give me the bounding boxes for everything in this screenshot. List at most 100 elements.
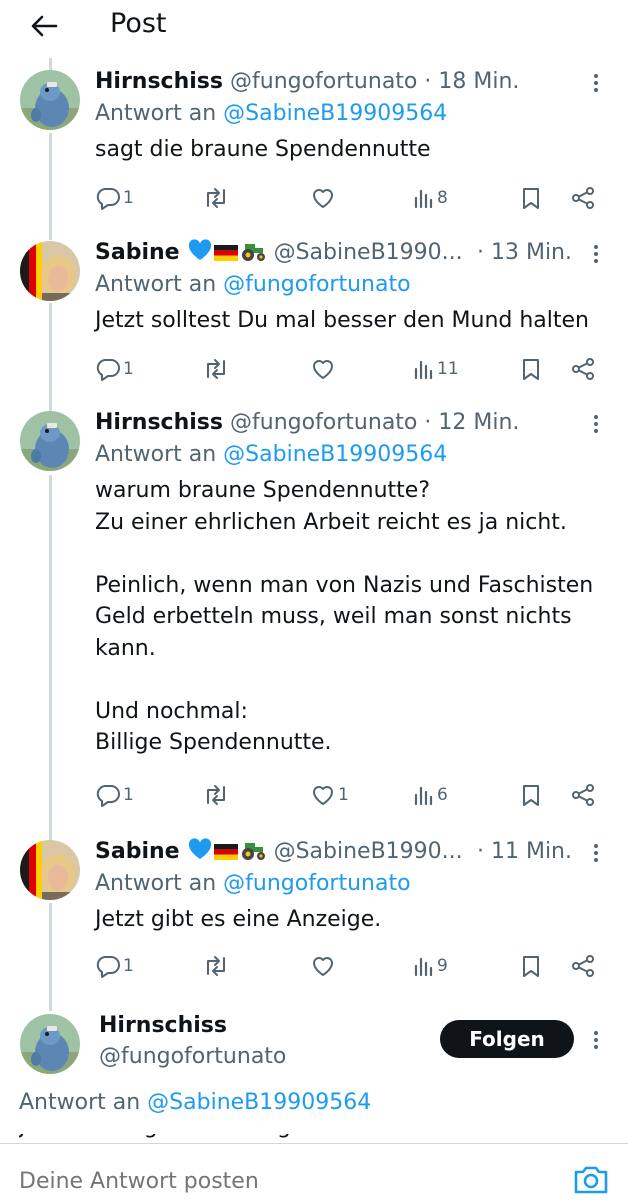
mention-link[interactable]: @fungofortunato — [223, 272, 410, 297]
views-button[interactable]: 9 — [413, 949, 448, 983]
repost-button[interactable] — [202, 181, 230, 215]
more-options-button[interactable] — [586, 72, 606, 94]
more-options-button[interactable] — [586, 1029, 606, 1051]
views-count: 6 — [437, 785, 448, 805]
views-count: 11 — [437, 359, 459, 379]
avatar[interactable] — [20, 1014, 80, 1074]
like-button[interactable] — [310, 352, 336, 386]
more-options-button[interactable] — [586, 243, 606, 265]
like-button[interactable] — [310, 181, 336, 215]
author-name[interactable]: Sabine — [95, 240, 180, 265]
reply-button[interactable]: 1 — [95, 949, 134, 983]
reply-prefix: Antwort an — [95, 101, 217, 126]
bookmark-icon — [523, 188, 539, 209]
more-vertical-icon — [594, 74, 598, 78]
avatar[interactable] — [20, 840, 80, 900]
heart-icon — [313, 360, 333, 379]
reply-button[interactable]: 1 — [95, 181, 134, 215]
mention-link[interactable]: @fungofortunato — [223, 871, 410, 896]
heart-icon — [313, 957, 333, 976]
author-handle[interactable]: @fungofortunato — [230, 69, 417, 94]
tractor-icon — [241, 843, 265, 860]
mention-link[interactable]: @SabineB19909564 — [147, 1090, 371, 1115]
timestamp[interactable]: 11 Min. — [491, 839, 572, 864]
repost-button[interactable] — [202, 949, 230, 983]
more-options-button[interactable] — [586, 842, 606, 864]
tweet[interactable]: Hirnschiss @fungofortunato · 12 Min. Ant… — [0, 407, 628, 817]
timestamp[interactable]: 13 Min. — [491, 240, 572, 265]
repost-icon — [207, 785, 225, 805]
mention-link[interactable]: @SabineB19909564 — [223, 101, 447, 126]
share-button[interactable] — [570, 352, 596, 386]
views-button[interactable]: 6 — [413, 778, 448, 812]
repost-icon — [207, 188, 225, 208]
camera-button[interactable] — [572, 1163, 610, 1197]
reply-count: 1 — [123, 956, 134, 976]
share-icon — [572, 955, 594, 977]
camera-icon — [574, 1166, 608, 1194]
analytics-icon — [414, 360, 433, 380]
analytics-icon — [414, 786, 433, 806]
repost-icon — [207, 359, 225, 379]
avatar[interactable] — [20, 411, 80, 471]
share-button[interactable] — [570, 778, 596, 812]
author-handle[interactable]: @SabineB1990... — [274, 839, 463, 864]
author-name[interactable]: Hirnschiss — [95, 410, 223, 435]
repost-icon — [207, 956, 225, 976]
more-vertical-icon — [594, 415, 598, 419]
reply-button[interactable]: 1 — [95, 352, 134, 386]
author-handle[interactable]: @fungofortunato — [230, 410, 417, 435]
bookmark-button[interactable] — [520, 949, 542, 983]
reply-icon — [96, 188, 120, 210]
like-button[interactable] — [310, 949, 336, 983]
author-handle[interactable]: @fungofortunato — [99, 1044, 286, 1069]
more-vertical-icon — [594, 245, 598, 249]
heart-icon — [313, 786, 333, 805]
reply-input[interactable] — [19, 1169, 519, 1194]
share-icon — [572, 187, 594, 209]
views-count: 9 — [437, 956, 448, 976]
bookmark-button[interactable] — [520, 778, 542, 812]
bookmark-button[interactable] — [520, 181, 542, 215]
author-name[interactable]: Hirnschiss — [95, 69, 223, 94]
back-button[interactable] — [24, 8, 64, 44]
avatar[interactable] — [20, 241, 80, 301]
reply-button[interactable]: 1 — [95, 778, 134, 812]
repost-button[interactable] — [202, 778, 230, 812]
avatar[interactable] — [20, 70, 80, 130]
share-button[interactable] — [570, 181, 596, 215]
share-button[interactable] — [570, 949, 596, 983]
blue-heart-icon — [188, 239, 211, 260]
bookmark-button[interactable] — [520, 352, 542, 386]
author-name[interactable]: Sabine — [95, 839, 180, 864]
bookmark-icon — [523, 359, 539, 380]
tweet[interactable]: Sabine @SabineB1990... · 13 Min. Antwort… — [0, 237, 628, 387]
tweet[interactable]: Hirnschiss @fungofortunato · 18 Min. Ant… — [0, 66, 628, 216]
action-bar: 1 1 6 — [95, 778, 605, 812]
author-name[interactable]: Hirnschiss — [99, 1013, 227, 1038]
more-options-button[interactable] — [586, 413, 606, 435]
tweet[interactable]: Sabine @SabineB1990... · 11 Min. Antwort… — [0, 836, 628, 986]
views-count: 8 — [437, 188, 448, 208]
views-button[interactable]: 8 — [413, 181, 448, 215]
views-button[interactable]: 11 — [413, 352, 459, 386]
timestamp[interactable]: 18 Min. — [438, 69, 519, 94]
heart-icon — [313, 189, 333, 208]
follow-button[interactable]: Folgen — [440, 1020, 574, 1058]
arrow-left-icon — [31, 15, 58, 37]
bookmark-icon — [523, 956, 539, 977]
timestamp[interactable]: 12 Min. — [438, 410, 519, 435]
reply-prefix: Antwort an — [95, 442, 217, 467]
reply-composer — [0, 1143, 628, 1200]
mention-link[interactable]: @SabineB19909564 — [223, 442, 447, 467]
tweet-text: warum braune Spendennutte? Zu einer ehrl… — [95, 478, 594, 755]
analytics-icon — [414, 189, 433, 209]
like-count: 1 — [338, 785, 349, 805]
action-bar: 1 11 — [95, 352, 605, 386]
tweet-text: Jetzt gibt es eine Anzeige. — [95, 907, 382, 932]
reply-icon — [96, 359, 120, 381]
author-handle[interactable]: @SabineB1990... — [274, 240, 463, 265]
like-button[interactable]: 1 — [310, 778, 349, 812]
more-vertical-icon — [594, 844, 598, 848]
repost-button[interactable] — [202, 352, 230, 386]
